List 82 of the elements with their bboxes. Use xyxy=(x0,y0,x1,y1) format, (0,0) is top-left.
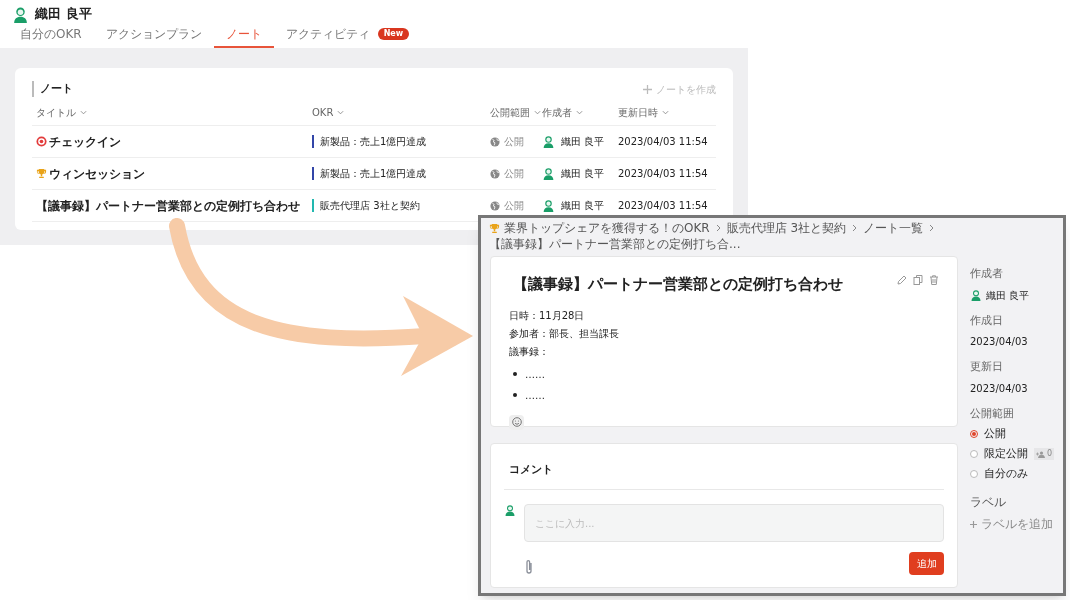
field-label: ラベル xyxy=(970,494,1007,511)
column-header[interactable]: 作成者 xyxy=(542,105,583,120)
globe-icon xyxy=(490,200,500,211)
section-title: ノート xyxy=(32,80,73,98)
chevron-down-icon xyxy=(337,110,345,115)
globe-icon xyxy=(490,136,500,147)
radio-label: 公開 xyxy=(984,425,1006,442)
updated-time: 2023/04/03 11:54 xyxy=(618,167,709,181)
tab[interactable]: 自分のOKR xyxy=(8,22,94,48)
smiley-icon xyxy=(511,417,522,427)
avatar-icon xyxy=(504,504,516,516)
visibility-text: 公開 xyxy=(504,199,524,213)
created-date: 2023/04/03 xyxy=(970,335,1029,349)
note-title[interactable]: チェックイン xyxy=(49,132,121,151)
note-title[interactable]: 【議事録】パートナー営業部との定例打ち合わせ xyxy=(36,196,300,215)
field-label: 作成者 xyxy=(970,266,1004,282)
author-name: 織田 良平 xyxy=(561,199,605,213)
okr-name: 販売代理店 3社と契約 xyxy=(320,199,420,213)
chevron-right-icon xyxy=(715,224,721,232)
avatar-icon xyxy=(542,199,555,212)
copy-icon[interactable] xyxy=(913,275,923,285)
column-header[interactable]: 更新日時 xyxy=(618,105,669,120)
breadcrumb-link[interactable]: 業界トップシェアを獲得する！のOKR xyxy=(504,220,710,236)
field-label: 公開範囲 xyxy=(970,405,1015,422)
user-name: 織田 良平 xyxy=(35,5,92,24)
add-person-icon xyxy=(1036,450,1045,458)
bullet-text: …… xyxy=(525,388,545,403)
plus-icon xyxy=(643,84,652,94)
radio-button[interactable] xyxy=(970,470,978,478)
chevron-right-icon xyxy=(852,224,858,232)
plus-icon xyxy=(970,520,977,528)
breadcrumb-link[interactable]: 【議事録】パートナー営業部との定例打ち合... xyxy=(489,236,741,252)
radio-button[interactable] xyxy=(970,450,978,458)
chevron-right-icon xyxy=(929,224,935,232)
add-comment-button[interactable]: 追加 xyxy=(909,551,944,575)
bullet-text: …… xyxy=(525,367,545,382)
breadcrumb-link[interactable]: 販売代理店 3社と契約 xyxy=(726,220,847,236)
avatar-icon xyxy=(12,5,29,23)
visibility-text: 公開 xyxy=(504,167,524,181)
note-text: 参加者：部長、担当課長 xyxy=(509,326,620,341)
avatar-icon xyxy=(542,135,555,148)
updated-date: 2023/04/03 xyxy=(970,381,1029,396)
reaction-button[interactable] xyxy=(509,414,524,430)
chevron-down-icon xyxy=(576,110,583,115)
trash-icon[interactable] xyxy=(929,275,939,285)
author-name: 織田 良平 xyxy=(561,135,605,149)
chevron-down-icon xyxy=(80,110,87,115)
radio-button[interactable] xyxy=(970,430,978,438)
avatar-icon xyxy=(542,167,555,180)
radio-label: 限定公開 xyxy=(984,445,1028,462)
avatar-icon xyxy=(970,289,982,301)
radio-label: 自分のみ xyxy=(984,465,1028,482)
new-badge: New xyxy=(377,28,410,40)
column-header[interactable]: OKR xyxy=(312,105,345,120)
note-text: 議事録： xyxy=(509,344,550,359)
add-label-button[interactable]: ラベルを追加 xyxy=(970,515,1062,533)
note-title[interactable]: ウィンセッション xyxy=(49,164,145,183)
globe-icon xyxy=(490,168,500,179)
okr-name: 新製品：売上1億円達成 xyxy=(320,167,427,181)
chevron-down-icon xyxy=(534,110,541,115)
chevron-down-icon xyxy=(662,110,669,115)
tab[interactable]: アクションプラン xyxy=(93,22,214,48)
updated-time: 2023/04/03 11:54 xyxy=(618,135,709,149)
updated-time: 2023/04/03 11:54 xyxy=(618,199,709,213)
okr-name: 新製品：売上1億円達成 xyxy=(320,135,427,149)
comment-heading: コメント xyxy=(509,463,553,476)
field-label: 更新日 xyxy=(970,359,1004,375)
pencil-icon[interactable] xyxy=(897,275,907,285)
note-heading: 【議事録】パートナー営業部との定例打ち合わせ xyxy=(512,274,843,295)
field-label: 作成日 xyxy=(970,312,1004,329)
target-icon xyxy=(36,136,47,147)
column-header[interactable]: 公開範囲 xyxy=(490,105,541,120)
visibility-text: 公開 xyxy=(504,135,524,149)
paperclip-icon[interactable] xyxy=(524,559,534,575)
trophy-icon xyxy=(489,222,500,234)
note-text: 日時：11月28日 xyxy=(509,308,586,323)
author-name: 織田 良平 xyxy=(561,167,605,181)
tab[interactable]: アクティビティ New xyxy=(273,22,422,48)
trophy-icon xyxy=(36,168,47,179)
breadcrumb-link[interactable]: ノート一覧 xyxy=(863,220,924,236)
author-name: 織田 良平 xyxy=(986,288,1030,303)
column-header[interactable]: タイトル xyxy=(36,105,87,120)
